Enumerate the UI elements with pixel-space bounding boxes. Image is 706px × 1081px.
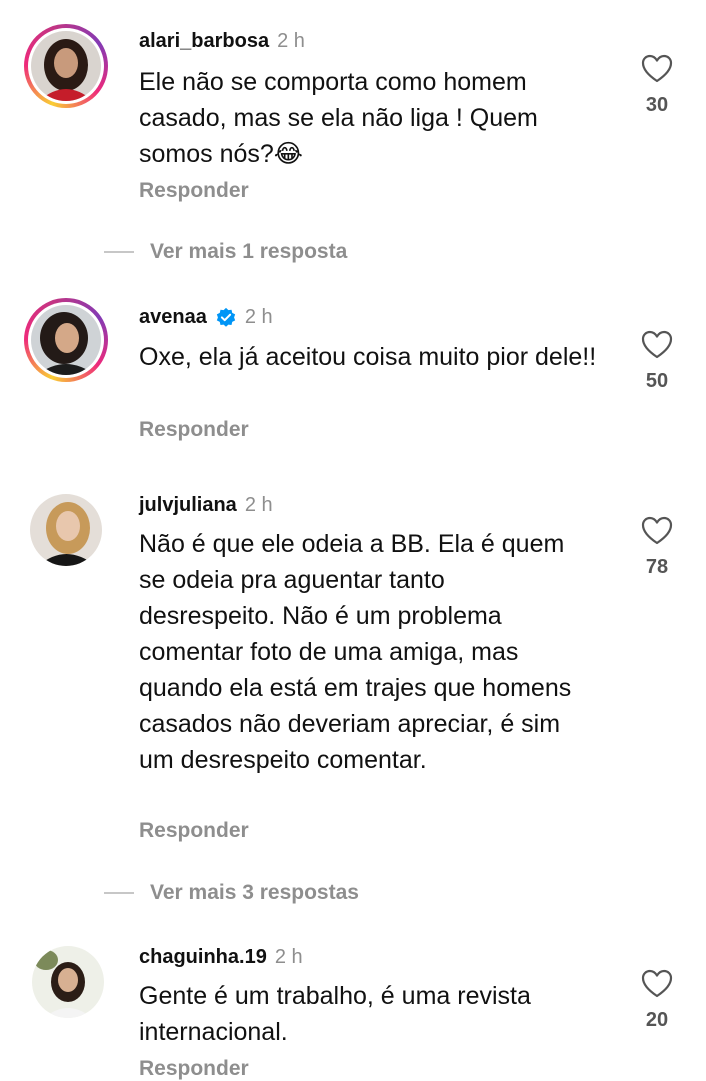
comment-username[interactable]: chaguinha.19 xyxy=(139,946,267,969)
view-more-replies-label: Ver mais 1 resposta xyxy=(150,240,348,263)
like-button[interactable]: 78 xyxy=(636,516,678,579)
comment-time: 2 h xyxy=(274,946,303,968)
reply-button[interactable]: Responder xyxy=(139,819,249,843)
avatar[interactable] xyxy=(28,492,104,568)
reply-button[interactable]: Responder xyxy=(139,418,249,442)
heart-outline-icon xyxy=(641,969,673,998)
comment-username[interactable]: avenaa xyxy=(139,306,207,329)
comment-username[interactable]: alari_barbosa xyxy=(139,30,269,53)
comment-username[interactable]: julvjuliana xyxy=(139,494,237,517)
avatar[interactable] xyxy=(24,298,108,382)
comment-time: 2 h xyxy=(244,306,273,328)
avatar[interactable] xyxy=(24,24,108,108)
view-more-replies-label: Ver mais 3 respostas xyxy=(150,881,359,904)
avatar[interactable] xyxy=(30,944,106,1020)
heart-outline-icon xyxy=(641,516,673,545)
verified-badge-icon xyxy=(216,307,236,327)
heart-outline-icon xyxy=(641,54,673,83)
like-count: 30 xyxy=(645,94,669,116)
reply-button[interactable]: Responder xyxy=(139,179,249,203)
comment-time: 2 h xyxy=(244,494,273,516)
comment-text: Ele não se comporta como homem casado, m… xyxy=(139,68,538,168)
comment-text: Gente é um trabalho, é uma revista inter… xyxy=(139,982,531,1046)
divider xyxy=(104,892,134,894)
comment-text: Não é que ele odeia a BB. Ela é quem se … xyxy=(139,530,572,774)
heart-outline-icon xyxy=(641,330,673,359)
like-button[interactable]: 20 xyxy=(636,969,678,1032)
like-button[interactable]: 50 xyxy=(636,330,678,393)
like-count: 20 xyxy=(645,1009,669,1031)
comment-time: 2 h xyxy=(277,30,305,52)
view-more-replies-button[interactable]: Ver mais 3 respostas xyxy=(104,881,359,905)
like-count: 50 xyxy=(645,370,669,392)
comment-text: Oxe, ela já aceitou coisa muito pior del… xyxy=(139,343,597,371)
like-button[interactable]: 30 xyxy=(636,54,678,117)
divider xyxy=(104,251,134,253)
reply-button[interactable]: Responder xyxy=(139,1057,249,1081)
view-more-replies-button[interactable]: Ver mais 1 resposta xyxy=(104,240,347,264)
like-count: 78 xyxy=(645,556,669,578)
